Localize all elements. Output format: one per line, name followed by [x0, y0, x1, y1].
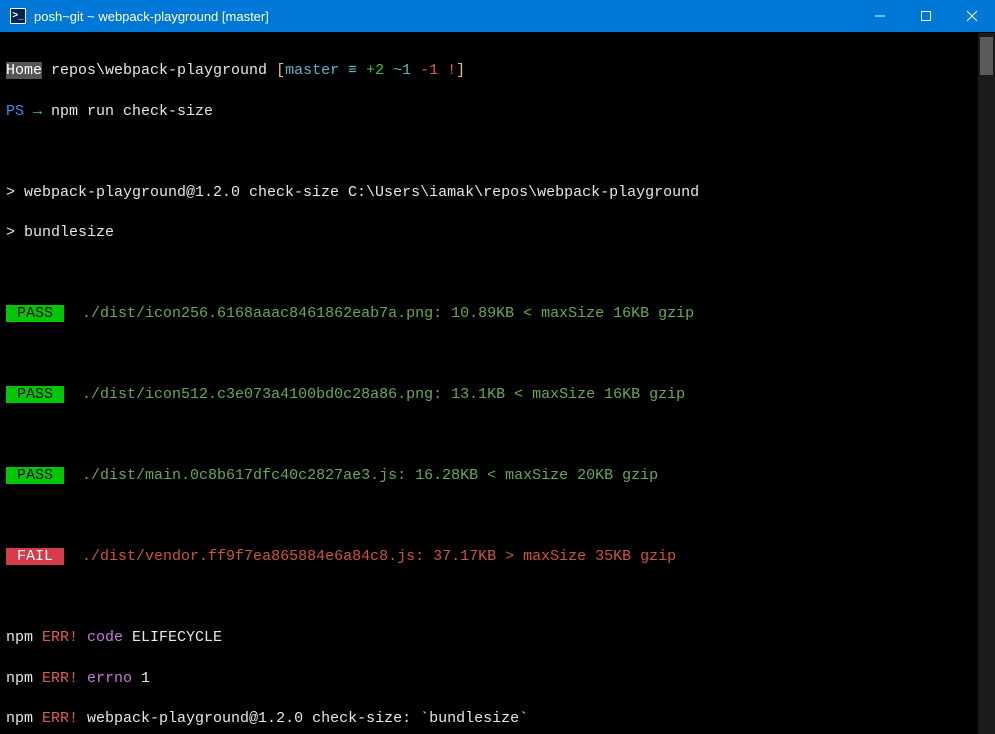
npm-label: npm	[6, 670, 33, 687]
powershell-icon: >_	[10, 8, 26, 24]
err-code-val: ELIFECYCLE	[123, 629, 222, 646]
errno-val: 1	[132, 670, 150, 687]
npm-err-line: npm ERR! code ELIFECYCLE	[6, 628, 972, 648]
window-controls	[857, 0, 995, 32]
npm-err-line: npm ERR! errno 1	[6, 669, 972, 689]
err-code-key: code	[78, 629, 123, 646]
scrollbar[interactable]	[978, 33, 995, 734]
git-bang: !	[438, 62, 456, 79]
minimize-button[interactable]	[857, 0, 903, 32]
git-eq: ≡	[339, 62, 366, 79]
titlebar[interactable]: >_ posh~git ~ webpack-playground [master…	[0, 0, 995, 32]
minimize-icon	[875, 11, 885, 21]
blank	[6, 507, 972, 527]
terminal-output[interactable]: Home repos\webpack-playground [master ≡ …	[0, 33, 978, 734]
fail-text: ./dist/vendor.ff9f7ea865884e6a84c8.js: 3…	[64, 548, 676, 565]
pass-badge: PASS	[6, 386, 64, 403]
window-title: posh~git ~ webpack-playground [master]	[34, 9, 857, 24]
git-close: ]	[456, 62, 465, 79]
pass-line: PASS ./dist/icon256.6168aaac8461862eab7a…	[6, 304, 972, 324]
err-text: webpack-playground@1.2.0 check-size: `bu…	[78, 710, 528, 727]
fail-badge: FAIL	[6, 548, 64, 565]
npm-label: npm	[6, 629, 33, 646]
cwd-path: repos\webpack-playground	[42, 62, 276, 79]
err-label: ERR!	[33, 710, 78, 727]
blank	[6, 264, 972, 284]
fail-line: FAIL ./dist/vendor.ff9f7ea865884e6a84c8.…	[6, 547, 972, 567]
close-button[interactable]	[949, 0, 995, 32]
terminal-window: >_ posh~git ~ webpack-playground [master…	[0, 0, 995, 734]
git-plus: +2	[366, 62, 384, 79]
git-branch: master	[285, 62, 339, 79]
npm-label: npm	[6, 710, 33, 727]
command: npm run check-size	[51, 103, 213, 120]
ps-line: PS → npm run check-size	[6, 102, 972, 122]
scroll-thumb[interactable]	[980, 37, 993, 75]
pass-line: PASS ./dist/main.0c8b617dfc40c2827ae3.js…	[6, 466, 972, 486]
git-minus: -1	[411, 62, 438, 79]
blank	[6, 142, 972, 162]
maximize-button[interactable]	[903, 0, 949, 32]
close-icon	[967, 11, 977, 21]
errno-key: errno	[78, 670, 132, 687]
err-label: ERR!	[33, 629, 78, 646]
blank	[6, 588, 972, 608]
git-tilde: ~1	[384, 62, 411, 79]
blank	[6, 345, 972, 365]
pass-text: ./dist/main.0c8b617dfc40c2827ae3.js: 16.…	[64, 467, 658, 484]
git-open: [	[276, 62, 285, 79]
exec-line: > bundlesize	[6, 223, 972, 243]
ps-arrow: →	[24, 103, 51, 120]
maximize-icon	[921, 11, 931, 21]
terminal-body: Home repos\webpack-playground [master ≡ …	[0, 32, 995, 734]
pass-text: ./dist/icon512.c3e073a4100bd0c28a86.png:…	[64, 386, 685, 403]
home-badge: Home	[6, 62, 42, 79]
pass-badge: PASS	[6, 305, 64, 322]
ps-label: PS	[6, 103, 24, 120]
pass-line: PASS ./dist/icon512.c3e073a4100bd0c28a86…	[6, 385, 972, 405]
err-label: ERR!	[33, 670, 78, 687]
pass-text: ./dist/icon256.6168aaac8461862eab7a.png:…	[64, 305, 694, 322]
exec-line: > webpack-playground@1.2.0 check-size C:…	[6, 183, 972, 203]
blank	[6, 426, 972, 446]
pass-badge: PASS	[6, 467, 64, 484]
prompt-line: Home repos\webpack-playground [master ≡ …	[6, 61, 972, 81]
npm-err-line: npm ERR! webpack-playground@1.2.0 check-…	[6, 709, 972, 729]
